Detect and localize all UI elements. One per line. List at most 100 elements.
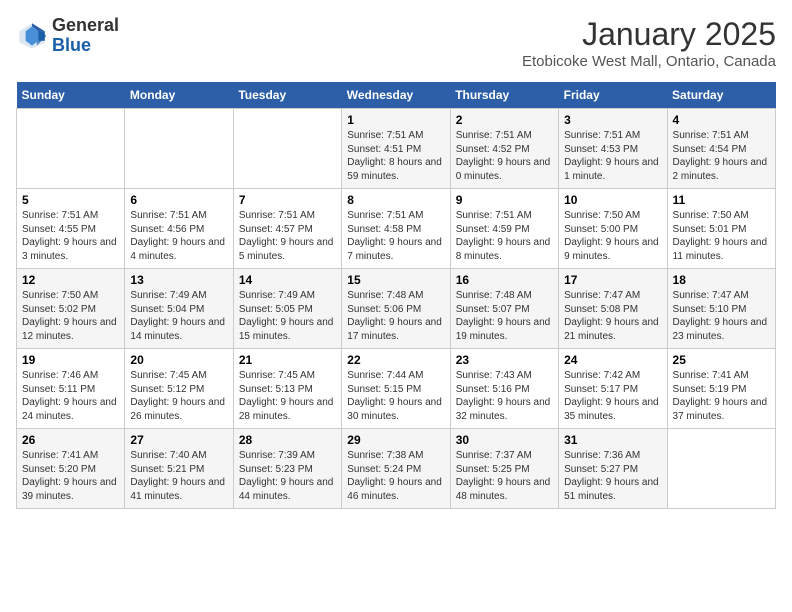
day-number: 24: [564, 353, 661, 367]
location: Etobicoke West Mall, Ontario, Canada: [522, 53, 776, 70]
day-number: 1: [347, 113, 444, 127]
calendar-cell: 25Sunrise: 7:41 AMSunset: 5:19 PMDayligh…: [667, 349, 775, 429]
day-info: Sunrise: 7:51 AMSunset: 4:58 PMDaylight:…: [347, 209, 444, 263]
calendar-week-row: 19 Sunrise: 7:46 AMSunset: 5:11 PMDayligh…: [17, 349, 776, 429]
weekday-header-row: SundayMondayTuesdayWednesdayThursdayFrid…: [17, 82, 776, 109]
day-number: 8: [347, 193, 444, 207]
weekday-header: Thursday: [450, 82, 558, 109]
calendar-cell: [17, 109, 125, 189]
day-info: Sunrise: 7:40 AMSunset: 5:21 PMDaylight:…: [130, 449, 227, 503]
weekday-header: Sunday: [17, 82, 125, 109]
day-info: Sunrise: 7:41 AMSunset: 5:20 PMDaylight:…: [22, 449, 119, 503]
calendar-cell: 28Sunrise: 7:39 AMSunset: 5:23 PMDayligh…: [233, 429, 341, 509]
day-number: 29: [347, 433, 444, 447]
weekday-header: Wednesday: [342, 82, 450, 109]
weekday-header: Friday: [559, 82, 667, 109]
calendar-cell: 14 Sunrise: 7:49 AMSunset: 5:05 PMDayligh…: [233, 269, 341, 349]
calendar-week-row: 1Sunrise: 7:51 AMSunset: 4:51 PMDaylight…: [17, 109, 776, 189]
day-info: Sunrise: 7:44 AMSunset: 5:15 PMDaylight:…: [347, 369, 444, 423]
calendar-cell: 6 Sunrise: 7:51 AMSunset: 4:56 PMDaylight…: [125, 189, 233, 269]
day-number: 4: [673, 113, 770, 127]
calendar-cell: 12 Sunrise: 7:50 AMSunset: 5:02 PMDayligh…: [17, 269, 125, 349]
calendar-week-row: 12 Sunrise: 7:50 AMSunset: 5:02 PMDayligh…: [17, 269, 776, 349]
calendar-cell: 22 Sunrise: 7:44 AMSunset: 5:15 PMDayligh…: [342, 349, 450, 429]
day-info: Sunrise: 7:50 AMSunset: 5:01 PMDaylight:…: [673, 209, 770, 263]
day-info: Sunrise: 7:51 AMSunset: 4:54 PMDaylight:…: [673, 129, 770, 183]
calendar-cell: 23Sunrise: 7:43 AMSunset: 5:16 PMDayligh…: [450, 349, 558, 429]
calendar-cell: 5 Sunrise: 7:51 AMSunset: 4:55 PMDaylight…: [17, 189, 125, 269]
logo-blue-text: Blue: [52, 36, 119, 56]
calendar-cell: 29Sunrise: 7:38 AMSunset: 5:24 PMDayligh…: [342, 429, 450, 509]
day-number: 14: [239, 273, 336, 287]
logo: General Blue: [16, 16, 119, 56]
logo-icon: [16, 20, 48, 52]
day-info: Sunrise: 7:51 AMSunset: 4:59 PMDaylight:…: [456, 209, 553, 263]
day-info: Sunrise: 7:51 AMSunset: 4:55 PMDaylight:…: [22, 209, 119, 263]
day-info: Sunrise: 7:47 AMSunset: 5:10 PMDaylight:…: [673, 289, 770, 343]
calendar-cell: 2 Sunrise: 7:51 AMSunset: 4:52 PMDaylight…: [450, 109, 558, 189]
day-number: 2: [456, 113, 553, 127]
calendar-cell: [233, 109, 341, 189]
day-info: Sunrise: 7:51 AMSunset: 4:56 PMDaylight:…: [130, 209, 227, 263]
calendar-cell: 16 Sunrise: 7:48 AMSunset: 5:07 PMDayligh…: [450, 269, 558, 349]
day-info: Sunrise: 7:48 AMSunset: 5:07 PMDaylight:…: [456, 289, 553, 343]
calendar-cell: 21 Sunrise: 7:45 AMSunset: 5:13 PMDayligh…: [233, 349, 341, 429]
day-number: 31: [564, 433, 661, 447]
day-info: Sunrise: 7:50 AMSunset: 5:00 PMDaylight:…: [564, 209, 661, 263]
calendar-cell: 18 Sunrise: 7:47 AMSunset: 5:10 PMDayligh…: [667, 269, 775, 349]
day-number: 9: [456, 193, 553, 207]
calendar-cell: 19 Sunrise: 7:46 AMSunset: 5:11 PMDayligh…: [17, 349, 125, 429]
page-header: General Blue January 2025 Etobicoke West…: [16, 16, 776, 70]
day-number: 10: [564, 193, 661, 207]
calendar-cell: 30Sunrise: 7:37 AMSunset: 5:25 PMDayligh…: [450, 429, 558, 509]
calendar-table: SundayMondayTuesdayWednesdayThursdayFrid…: [16, 82, 776, 509]
day-number: 23: [456, 353, 553, 367]
day-info: Sunrise: 7:49 AMSunset: 5:05 PMDaylight:…: [239, 289, 336, 343]
calendar-cell: 13 Sunrise: 7:49 AMSunset: 5:04 PMDayligh…: [125, 269, 233, 349]
calendar-cell: 20 Sunrise: 7:45 AMSunset: 5:12 PMDayligh…: [125, 349, 233, 429]
day-number: 22: [347, 353, 444, 367]
day-number: 27: [130, 433, 227, 447]
logo-text: General Blue: [52, 16, 119, 56]
calendar-cell: 27 Sunrise: 7:40 AMSunset: 5:21 PMDayligh…: [125, 429, 233, 509]
day-number: 18: [673, 273, 770, 287]
calendar-cell: 3Sunrise: 7:51 AMSunset: 4:53 PMDaylight…: [559, 109, 667, 189]
day-number: 28: [239, 433, 336, 447]
day-number: 12: [22, 273, 119, 287]
day-info: Sunrise: 7:50 AMSunset: 5:02 PMDaylight:…: [22, 289, 119, 343]
calendar-cell: 11Sunrise: 7:50 AMSunset: 5:01 PMDayligh…: [667, 189, 775, 269]
calendar-cell: 31Sunrise: 7:36 AMSunset: 5:27 PMDayligh…: [559, 429, 667, 509]
calendar-cell: [667, 429, 775, 509]
title-section: January 2025 Etobicoke West Mall, Ontari…: [522, 16, 776, 70]
calendar-cell: 9 Sunrise: 7:51 AMSunset: 4:59 PMDaylight…: [450, 189, 558, 269]
day-number: 7: [239, 193, 336, 207]
calendar-cell: 15Sunrise: 7:48 AMSunset: 5:06 PMDayligh…: [342, 269, 450, 349]
day-number: 26: [22, 433, 119, 447]
day-info: Sunrise: 7:37 AMSunset: 5:25 PMDaylight:…: [456, 449, 553, 503]
day-number: 19: [22, 353, 119, 367]
calendar-cell: 4 Sunrise: 7:51 AMSunset: 4:54 PMDaylight…: [667, 109, 775, 189]
day-info: Sunrise: 7:49 AMSunset: 5:04 PMDaylight:…: [130, 289, 227, 343]
calendar-week-row: 5 Sunrise: 7:51 AMSunset: 4:55 PMDaylight…: [17, 189, 776, 269]
day-number: 16: [456, 273, 553, 287]
weekday-header: Saturday: [667, 82, 775, 109]
day-info: Sunrise: 7:51 AMSunset: 4:53 PMDaylight:…: [564, 129, 661, 183]
day-number: 21: [239, 353, 336, 367]
day-info: Sunrise: 7:42 AMSunset: 5:17 PMDaylight:…: [564, 369, 661, 423]
day-number: 13: [130, 273, 227, 287]
day-info: Sunrise: 7:45 AMSunset: 5:13 PMDaylight:…: [239, 369, 336, 423]
calendar-cell: 26 Sunrise: 7:41 AMSunset: 5:20 PMDayligh…: [17, 429, 125, 509]
calendar-cell: 24 Sunrise: 7:42 AMSunset: 5:17 PMDayligh…: [559, 349, 667, 429]
day-info: Sunrise: 7:45 AMSunset: 5:12 PMDaylight:…: [130, 369, 227, 423]
day-number: 17: [564, 273, 661, 287]
day-number: 20: [130, 353, 227, 367]
day-info: Sunrise: 7:46 AMSunset: 5:11 PMDaylight:…: [22, 369, 119, 423]
day-number: 5: [22, 193, 119, 207]
day-number: 6: [130, 193, 227, 207]
day-info: Sunrise: 7:51 AMSunset: 4:52 PMDaylight:…: [456, 129, 553, 183]
weekday-header: Monday: [125, 82, 233, 109]
month-title: January 2025: [522, 16, 776, 53]
day-info: Sunrise: 7:51 AMSunset: 4:57 PMDaylight:…: [239, 209, 336, 263]
calendar-cell: 17Sunrise: 7:47 AMSunset: 5:08 PMDayligh…: [559, 269, 667, 349]
weekday-header: Tuesday: [233, 82, 341, 109]
